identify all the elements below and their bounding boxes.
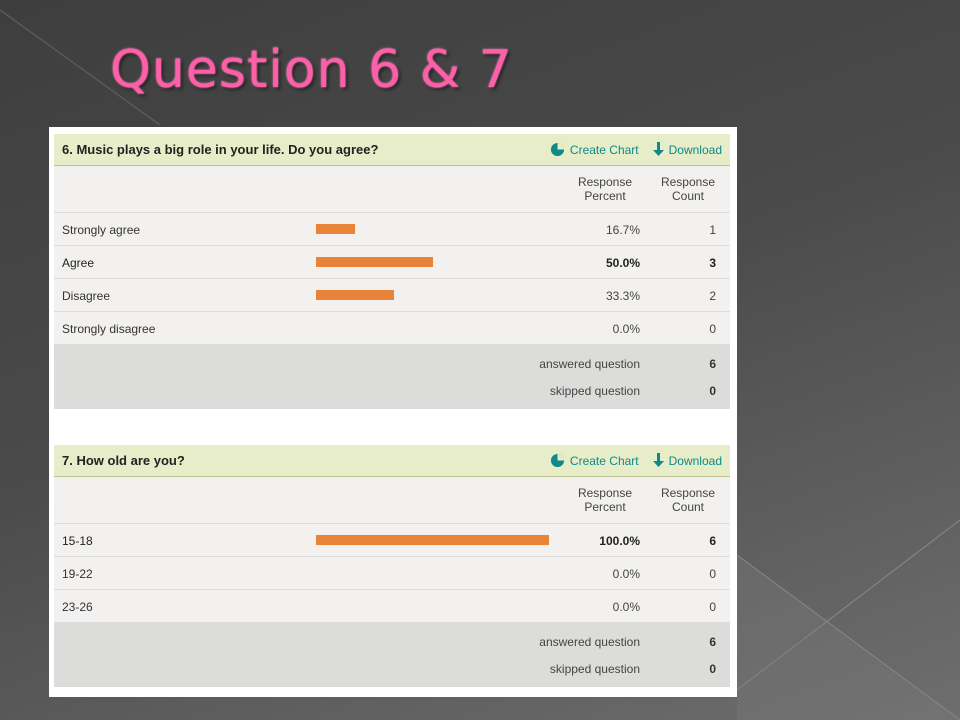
- question-7-block: 7. How old are you? Create Chart Downloa…: [54, 445, 730, 687]
- answered-value: 6: [709, 357, 716, 371]
- answer-label: Strongly agree: [62, 223, 141, 237]
- survey-results-panel: 6. Music plays a big role in your life. …: [49, 127, 737, 697]
- answer-label: 19-22: [62, 567, 93, 581]
- summary-footer: answered question 6 skipped question 0: [54, 345, 730, 409]
- percent-bar: [316, 257, 433, 267]
- skipped-value: 0: [709, 384, 716, 398]
- question-title: 6. Music plays a big role in your life. …: [62, 142, 379, 157]
- response-count: 0: [709, 322, 716, 336]
- response-count: 3: [709, 256, 716, 270]
- question-header: 7. How old are you? Create Chart Downloa…: [54, 445, 730, 477]
- column-header: Response Percent Response Count: [54, 477, 730, 524]
- question-title: 7. How old are you?: [62, 453, 185, 468]
- column-header: Response Percent Response Count: [54, 166, 730, 213]
- response-count-header: Response Count: [660, 486, 716, 514]
- response-percent-header: Response Percent: [577, 175, 633, 203]
- response-percent: 50.0%: [605, 256, 640, 270]
- answered-label: answered question: [539, 635, 640, 649]
- response-percent: 100.0%: [599, 534, 640, 548]
- answer-row: 15-18 100.0% 6: [54, 524, 730, 557]
- question-header: 6. Music plays a big role in your life. …: [54, 134, 730, 166]
- download-arrow-icon: [652, 142, 664, 156]
- question-6-block: 6. Music plays a big role in your life. …: [54, 134, 730, 409]
- download-link[interactable]: Download: [652, 453, 722, 468]
- create-chart-link[interactable]: Create Chart: [550, 453, 639, 468]
- answer-label: Disagree: [62, 289, 111, 303]
- answered-value: 6: [709, 635, 716, 649]
- skipped-label: skipped question: [549, 662, 640, 676]
- skipped-row: skipped question 0: [54, 654, 730, 681]
- response-count: 1: [709, 223, 716, 237]
- answer-row: Strongly disagree 0.0% 0: [54, 312, 730, 345]
- percent-bar: [316, 535, 549, 545]
- skipped-label: skipped question: [549, 384, 640, 398]
- create-chart-label: Create Chart: [569, 453, 639, 468]
- response-count: 2: [709, 289, 716, 303]
- response-percent: 0.0%: [612, 600, 640, 614]
- answer-label: 15-18: [62, 534, 93, 548]
- response-count: 0: [709, 600, 716, 614]
- answer-label: 23-26: [62, 600, 93, 614]
- percent-bar: [316, 224, 355, 234]
- response-percent: 16.7%: [605, 223, 640, 237]
- response-percent: 0.0%: [612, 322, 640, 336]
- summary-footer: answered question 6 skipped question 0: [54, 623, 730, 687]
- answer-row: 19-22 0.0% 0: [54, 557, 730, 590]
- response-count-header: Response Count: [660, 175, 716, 203]
- answer-row: Strongly agree 16.7% 1: [54, 213, 730, 246]
- answered-row: answered question 6: [54, 627, 730, 654]
- answer-row: Disagree 33.3% 2: [54, 279, 730, 312]
- answer-label: Strongly disagree: [62, 322, 156, 336]
- download-link[interactable]: Download: [652, 142, 722, 157]
- download-arrow-icon: [652, 453, 664, 467]
- answer-row: 23-26 0.0% 0: [54, 590, 730, 623]
- answer-label: Agree: [62, 256, 95, 270]
- slide-title: Question 6 & 7: [110, 40, 513, 100]
- percent-bar: [316, 290, 394, 300]
- response-count: 0: [709, 567, 716, 581]
- answered-row: answered question 6: [54, 349, 730, 376]
- create-chart-link[interactable]: Create Chart: [550, 142, 639, 157]
- response-count: 6: [709, 534, 716, 548]
- pie-chart-icon: [550, 453, 564, 468]
- response-percent: 0.0%: [612, 567, 640, 581]
- pie-chart-icon: [550, 142, 564, 157]
- skipped-row: skipped question 0: [54, 376, 730, 403]
- download-label: Download: [668, 453, 722, 468]
- skipped-value: 0: [709, 662, 716, 676]
- create-chart-label: Create Chart: [569, 142, 639, 157]
- response-percent-header: Response Percent: [577, 486, 633, 514]
- answered-label: answered question: [539, 357, 640, 371]
- response-percent: 33.3%: [605, 289, 640, 303]
- answer-row: Agree 50.0% 3: [54, 246, 730, 279]
- download-label: Download: [668, 142, 722, 157]
